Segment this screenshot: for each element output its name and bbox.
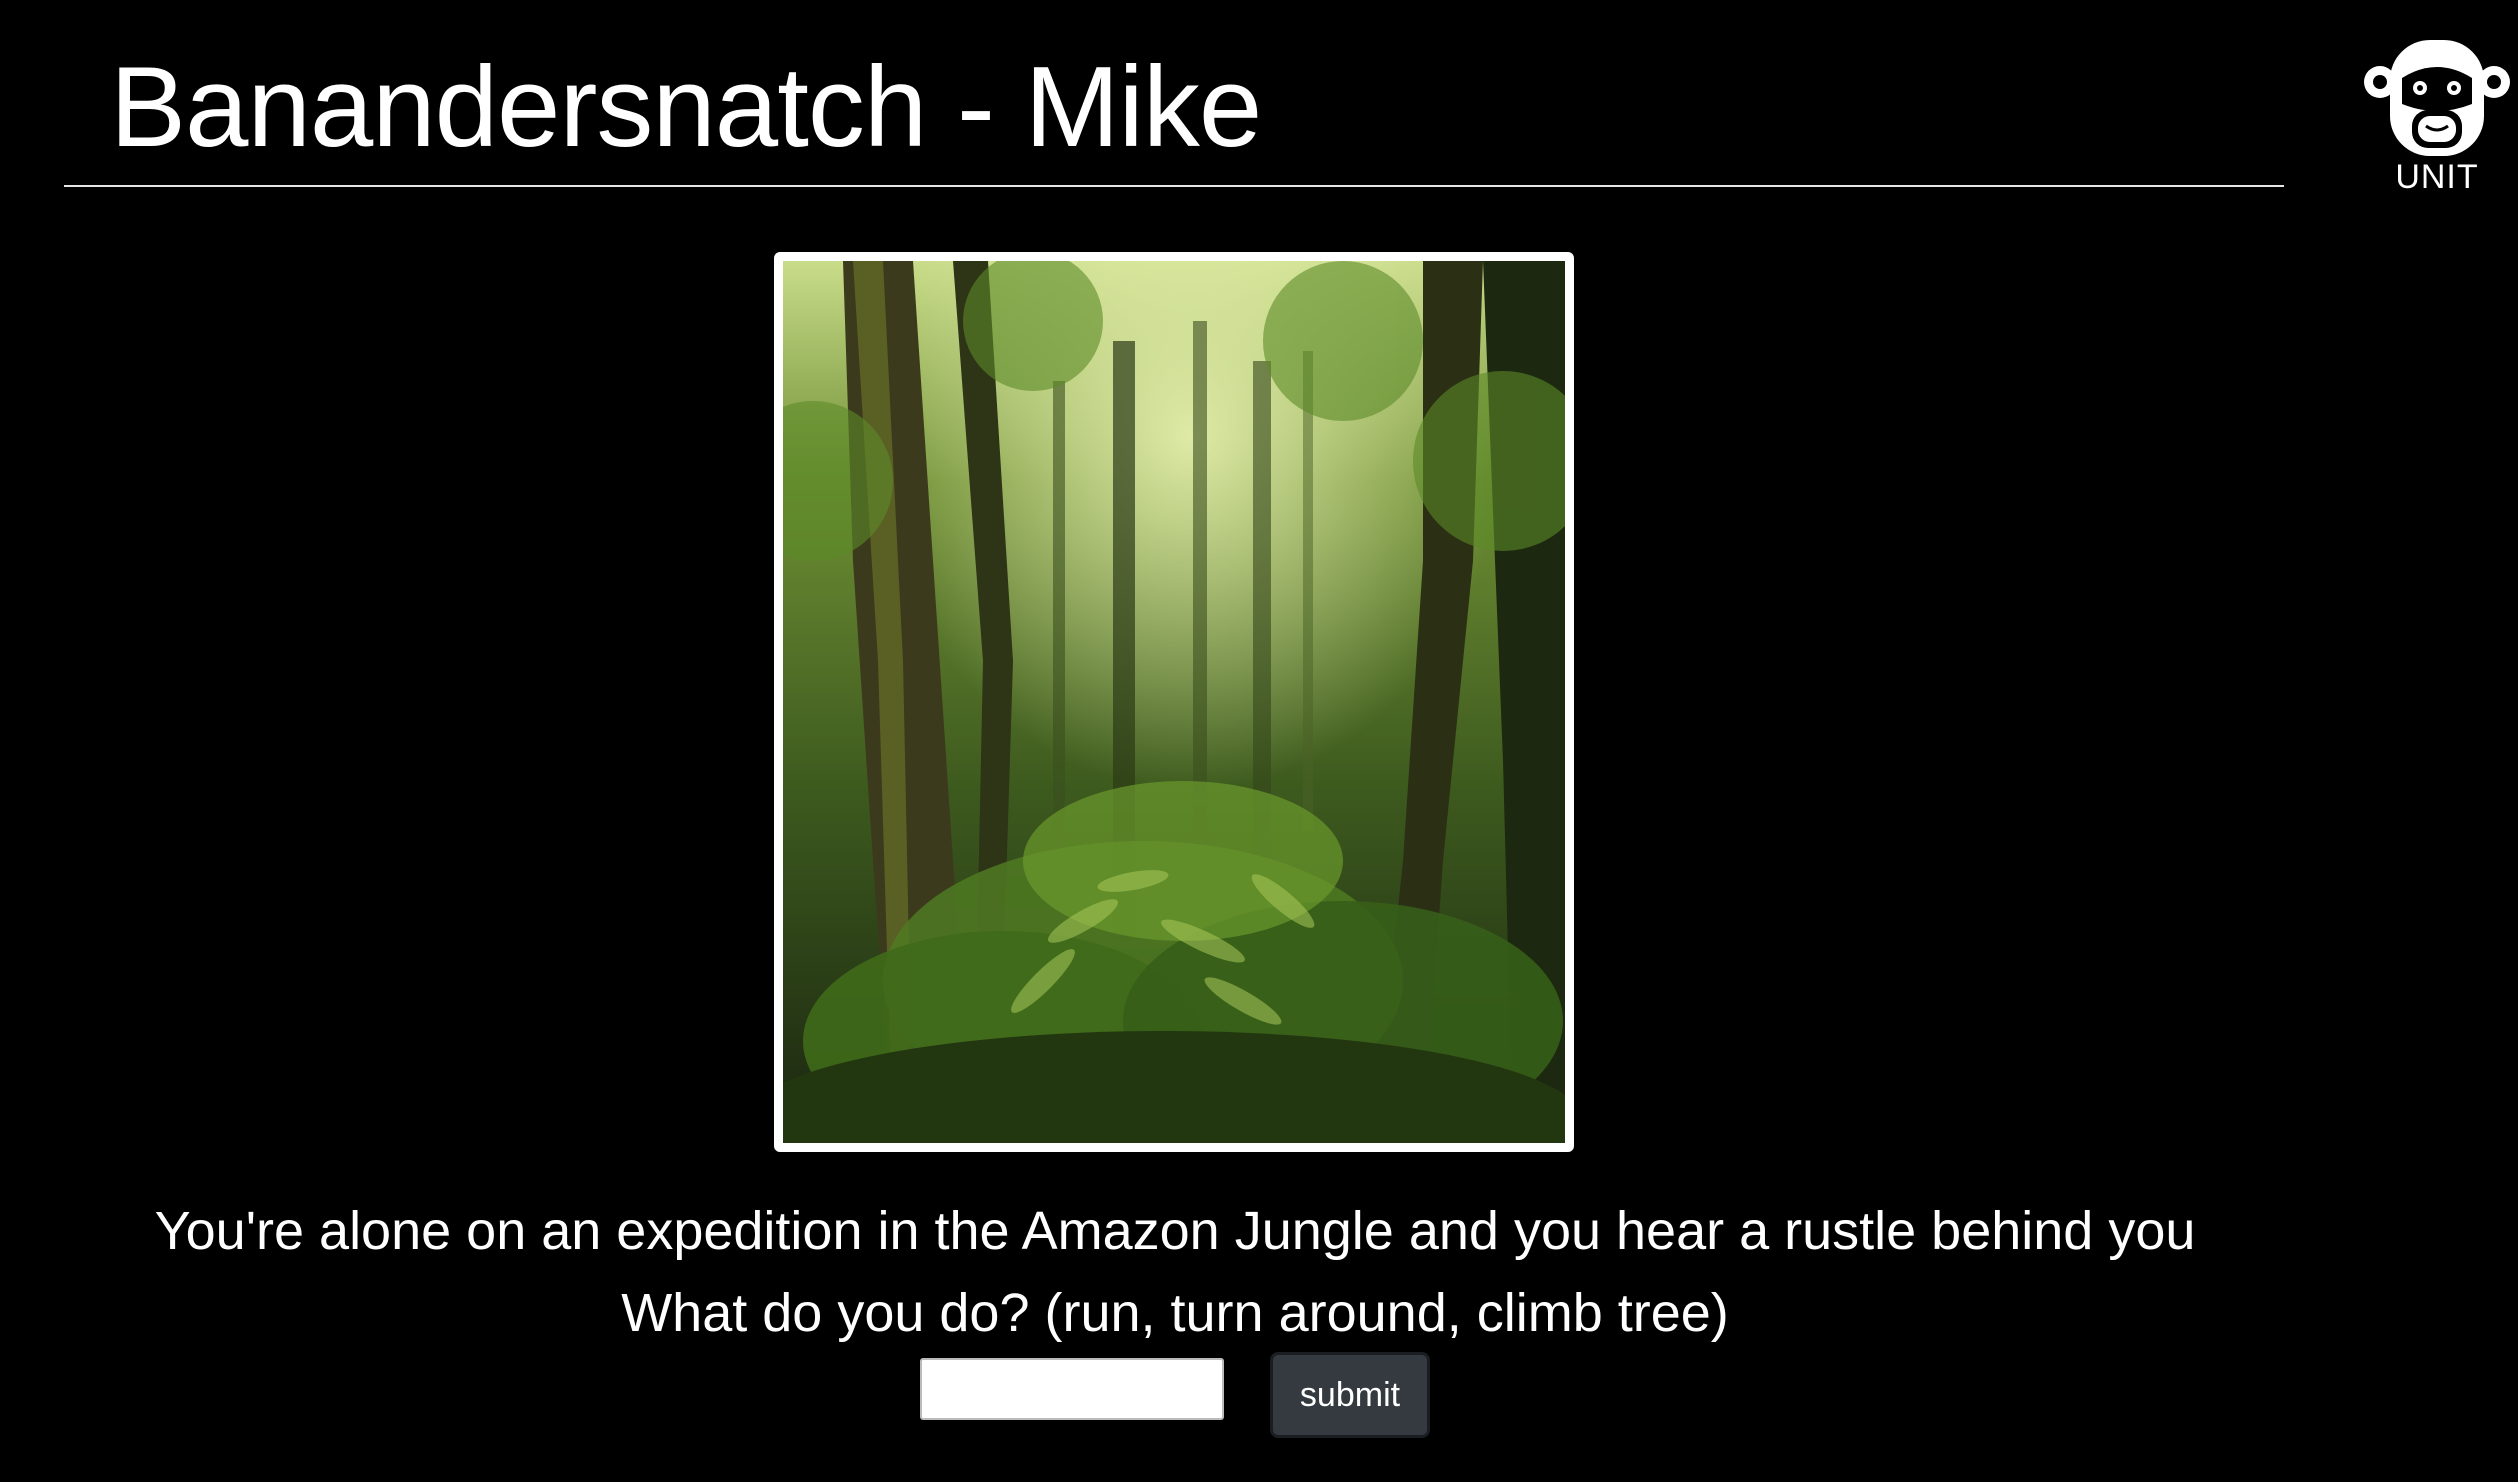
- choice-prompt: What do you do? (run, turn around, climb…: [621, 1283, 1729, 1343]
- logo-label: UNIT: [2395, 158, 2479, 196]
- scene-image: [774, 252, 1574, 1152]
- submit-button[interactable]: submit: [1270, 1352, 1430, 1438]
- header-divider: [64, 185, 2284, 187]
- unit-logo[interactable]: UNIT: [2362, 34, 2512, 204]
- answer-input[interactable]: [920, 1358, 1224, 1420]
- monkey-face-icon: [2364, 40, 2510, 156]
- story-text: You're alone on an expedition in the Ama…: [154, 1201, 2196, 1261]
- page-title: Banandersnatch - Mike: [110, 44, 1262, 171]
